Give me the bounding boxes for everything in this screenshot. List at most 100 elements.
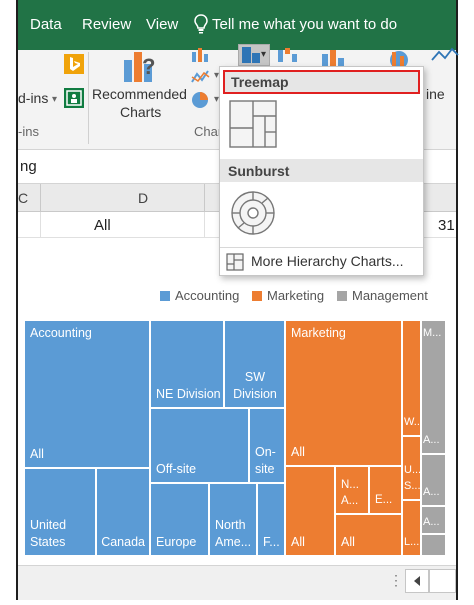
legend-label-accounting: Accounting [175,288,240,303]
tile-marketing[interactable]: Marketing All [285,320,402,466]
tile-canada[interactable]: Canada [96,468,150,556]
svg-text:?: ? [142,54,155,79]
legend-swatch-accounting [160,291,170,301]
tile-label: W... [404,416,420,428]
tile-management-sub2[interactable]: A... [421,506,446,534]
column-divider [40,184,41,212]
group-divider [88,52,89,144]
tile-marketing-n[interactable]: N... A... [335,466,369,514]
sparkline-line-label[interactable]: ine [426,86,445,102]
tile-management-sub3[interactable] [421,534,446,556]
tile-management-sub[interactable]: A... [421,454,446,506]
tile-label: A... [423,434,440,446]
hierarchy-chart-dropdown: Treemap Sunburst More Hierarchy Charts..… [219,66,424,276]
more-hierarchy-charts-label: More Hierarchy Charts... [251,253,404,269]
tile-marketing-sub2[interactable]: All [335,514,402,556]
treemap-icon [229,100,277,148]
sunburst-section-header: Sunburst [220,159,423,182]
cell-divider [204,212,205,238]
cell-divider [40,212,41,238]
ribbon-tab-bar: Data Review View Tell me what you want t… [18,0,456,50]
tile-united-states[interactable]: United States [24,468,96,556]
column-chart-icon[interactable] [190,46,212,69]
tile-label: All [30,447,44,461]
tile-label: All [291,535,305,549]
tile-label: A... [341,495,359,507]
tile-label: Europe [156,535,197,549]
chevron-down-icon[interactable]: ▾ [52,94,57,105]
tile-label: F... [263,535,280,549]
more-hierarchy-charts-item[interactable]: More Hierarchy Charts... [220,250,423,274]
hierarchy-chart-icon [226,253,244,276]
tile-f[interactable]: F... [257,483,285,556]
tell-me-search[interactable]: Tell me what you want to do [212,16,397,33]
tile-label: All [291,445,305,459]
recommended-charts-label-1[interactable]: Recommended [92,86,187,102]
sunburst-icon [231,191,275,235]
tile-sw-division[interactable]: SW Division [224,320,285,408]
chart-legend: Accounting Marketing Management [160,288,450,304]
menu-divider [220,247,423,248]
tile-marketing-u[interactable]: U... S... [402,436,421,500]
sheet-scroll-bar: ⋮ [18,565,456,600]
tile-label: Off-site [156,462,197,476]
tile-onsite[interactable]: On-site [249,408,285,483]
pie-chart-icon[interactable] [190,90,212,115]
tile-label: NE Division [156,387,221,401]
line-chart-icon[interactable] [190,68,212,91]
tile-marketing-w[interactable]: W... [402,320,421,436]
legend-swatch-management [337,291,347,301]
people-graph-icon[interactable] [64,88,84,108]
tile-marketing-e[interactable]: E... [369,466,402,514]
chevron-down-icon: ▾ [261,49,267,60]
treemap-plot-area: Accounting All NE Division SW Division O… [24,320,446,556]
recommended-charts-label-2[interactable]: Charts [120,104,161,120]
treemap-small-icon [242,47,260,68]
treemap-option[interactable] [229,100,277,148]
hierarchy-chart-button[interactable]: ▾ [238,44,270,66]
tab-view[interactable]: View [146,16,178,33]
tile-label: On-site [255,445,276,476]
tile-accounting[interactable]: Accounting All [24,320,150,468]
tile-marketing-l[interactable]: L... [402,500,421,556]
tile-ne-division[interactable]: NE Division [150,320,224,408]
tile-marketing-sub[interactable]: All [285,466,335,556]
treemap-section-header: Treemap [223,70,420,94]
cell-d-value[interactable]: All [94,217,111,234]
scroll-left-button[interactable] [405,569,429,593]
tile-label: All [341,535,355,549]
tile-label: Canada [101,535,145,549]
tile-label: Accounting [30,326,92,340]
tile-north-america[interactable]: North Ame... [209,483,257,556]
tile-label: E... [375,494,393,506]
scrollbar-track[interactable] [429,569,456,593]
sunburst-option[interactable] [229,189,277,237]
column-header-d[interactable]: D [138,190,148,206]
tile-label: L... [404,536,420,548]
sparkline-line-icon[interactable] [430,46,460,71]
my-addins-label[interactable]: d-ins [18,90,48,106]
column-header-c[interactable]: C [18,190,28,206]
addins-group-label: -ins [18,124,39,139]
tab-review[interactable]: Review [82,16,131,33]
tab-data[interactable]: Data [30,16,62,33]
cell-right-value[interactable]: 31 [438,217,455,234]
charts-group-label: Char [194,124,223,139]
scroll-grip-icon[interactable]: ⋮ [389,572,403,589]
tile-label: M... [423,327,442,339]
tile-management[interactable]: M... A... [421,320,446,454]
tile-label: United States [30,518,67,549]
tile-europe[interactable]: Europe [150,483,209,556]
bing-icon[interactable] [64,54,84,74]
column-divider [204,184,205,212]
tile-label: A... [423,516,440,528]
tile-label: N... [341,479,359,491]
tile-offsite[interactable]: Off-site [150,408,249,483]
name-box[interactable]: ng [20,158,37,175]
legend-label-marketing: Marketing [267,288,325,303]
treemap-chart[interactable]: Accounting Marketing Management Accounti… [18,238,456,565]
tile-label: North Ame... [215,518,252,549]
tile-label: Marketing [291,326,346,340]
tile-label: S... [404,480,421,492]
legend-swatch-marketing [252,291,262,301]
